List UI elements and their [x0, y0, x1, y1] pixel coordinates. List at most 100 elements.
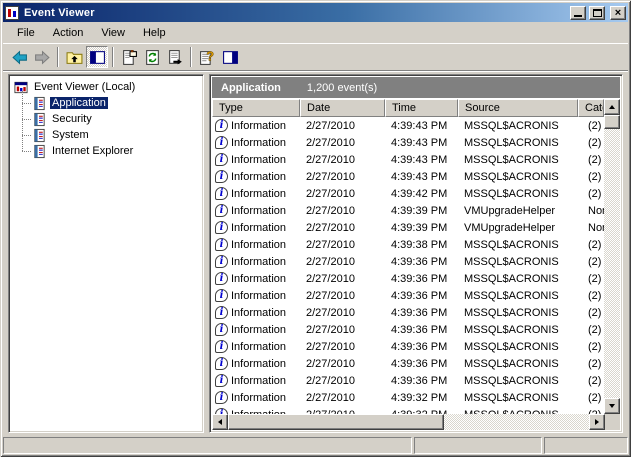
- properties-button[interactable]: [118, 46, 140, 68]
- menu-help[interactable]: Help: [135, 25, 174, 42]
- horizontal-scroll-track[interactable]: [444, 414, 589, 430]
- cell-time: 4:39:36 PM: [385, 256, 458, 268]
- scrollbar-corner: [605, 414, 620, 430]
- event-row[interactable]: iInformation2/27/20104:39:43 PMMSSQL$ACR…: [212, 117, 604, 134]
- cell-date: 2/27/2010: [300, 290, 385, 302]
- event-row[interactable]: iInformation2/27/20104:39:36 PMMSSQL$ACR…: [212, 270, 604, 287]
- tree-root-label[interactable]: Event Viewer (Local): [32, 81, 137, 93]
- main-area: Event Viewer (Local) Application Security…: [3, 71, 628, 435]
- event-type-label: Information: [231, 188, 286, 200]
- forward-button[interactable]: [31, 46, 53, 68]
- scroll-down-button[interactable]: [604, 398, 620, 414]
- event-row[interactable]: iInformation2/27/20104:39:43 PMMSSQL$ACR…: [212, 134, 604, 151]
- cell-source: MSSQL$ACRONIS: [458, 392, 578, 404]
- information-icon: i: [215, 255, 228, 268]
- menu-action[interactable]: Action: [45, 25, 92, 42]
- information-icon: i: [215, 340, 228, 353]
- cell-time: 4:39:36 PM: [385, 375, 458, 387]
- tree-item-label[interactable]: System: [50, 129, 91, 141]
- vertical-scrollbar[interactable]: [604, 99, 620, 414]
- event-type-label: Information: [231, 120, 286, 132]
- event-row[interactable]: iInformation2/27/20104:39:43 PMMSSQL$ACR…: [212, 168, 604, 185]
- tree-item-internet-explorer[interactable]: Internet Explorer: [22, 143, 201, 159]
- cell-type: iInformation: [212, 136, 300, 149]
- properties-icon: [121, 49, 138, 66]
- cell-category: (2): [578, 324, 604, 336]
- cell-date: 2/27/2010: [300, 358, 385, 370]
- cell-date: 2/27/2010: [300, 137, 385, 149]
- event-row[interactable]: iInformation2/27/20104:39:36 PMMSSQL$ACR…: [212, 304, 604, 321]
- cell-type: iInformation: [212, 357, 300, 370]
- tree-item-application[interactable]: Application: [22, 95, 201, 111]
- horizontal-scroll-row: [212, 414, 620, 430]
- menu-view[interactable]: View: [93, 25, 133, 42]
- column-header-source[interactable]: Source: [458, 99, 578, 117]
- information-icon: i: [215, 323, 228, 336]
- information-icon: i: [215, 272, 228, 285]
- scroll-up-button[interactable]: [604, 99, 620, 115]
- cell-date: 2/27/2010: [300, 392, 385, 404]
- cell-date: 2/27/2010: [300, 188, 385, 200]
- cell-date: 2/27/2010: [300, 273, 385, 285]
- column-header-category[interactable]: Category: [578, 99, 604, 117]
- event-row[interactable]: iInformation2/27/20104:39:36 PMMSSQL$ACR…: [212, 355, 604, 372]
- down-arrow-icon: [609, 404, 615, 408]
- event-row[interactable]: iInformation2/27/20104:39:32 PMMSSQL$ACR…: [212, 406, 604, 414]
- minimize-button[interactable]: [570, 6, 586, 20]
- up-one-level-button[interactable]: [63, 46, 85, 68]
- close-button[interactable]: ×: [610, 6, 626, 20]
- title-bar[interactable]: Event Viewer ×: [3, 3, 628, 22]
- show-hide-action-pane-button[interactable]: [219, 46, 241, 68]
- tree-item-system[interactable]: System: [22, 127, 201, 143]
- column-headers: Type Date Time Source Category: [212, 99, 604, 117]
- event-type-label: Information: [231, 222, 286, 234]
- event-row[interactable]: iInformation2/27/20104:39:42 PMMSSQL$ACR…: [212, 185, 604, 202]
- cell-date: 2/27/2010: [300, 256, 385, 268]
- event-type-label: Information: [231, 290, 286, 302]
- refresh-button[interactable]: [141, 46, 163, 68]
- information-icon: i: [215, 357, 228, 370]
- cell-type: iInformation: [212, 204, 300, 217]
- cell-source: MSSQL$ACRONIS: [458, 290, 578, 302]
- scroll-left-button[interactable]: [212, 414, 228, 430]
- event-type-label: Information: [231, 273, 286, 285]
- cell-time: 4:39:36 PM: [385, 324, 458, 336]
- event-row[interactable]: iInformation2/27/20104:39:43 PMMSSQL$ACR…: [212, 151, 604, 168]
- tree-root[interactable]: Event Viewer (Local): [13, 79, 201, 95]
- event-row[interactable]: iInformation2/27/20104:39:32 PMMSSQL$ACR…: [212, 389, 604, 406]
- vertical-scroll-track[interactable]: [604, 129, 620, 398]
- tree-item-label[interactable]: Security: [50, 113, 94, 125]
- tree-connector: [22, 103, 31, 104]
- horizontal-scroll-thumb[interactable]: [228, 414, 444, 430]
- result-title: Application: [221, 82, 281, 94]
- help-button[interactable]: ?: [196, 46, 218, 68]
- event-row[interactable]: iInformation2/27/20104:39:39 PMVMUpgrade…: [212, 202, 604, 219]
- cell-type: iInformation: [212, 187, 300, 200]
- action-pane-icon: [222, 49, 239, 66]
- show-hide-console-tree-button[interactable]: [86, 46, 108, 68]
- event-row[interactable]: iInformation2/27/20104:39:36 PMMSSQL$ACR…: [212, 338, 604, 355]
- tree-item-security[interactable]: Security: [22, 111, 201, 127]
- export-list-button[interactable]: [164, 46, 186, 68]
- event-row[interactable]: iInformation2/27/20104:39:36 PMMSSQL$ACR…: [212, 253, 604, 270]
- column-header-date[interactable]: Date: [300, 99, 385, 117]
- tree-item-label[interactable]: Internet Explorer: [50, 145, 135, 157]
- event-row[interactable]: iInformation2/27/20104:39:39 PMVMUpgrade…: [212, 219, 604, 236]
- event-row[interactable]: iInformation2/27/20104:39:36 PMMSSQL$ACR…: [212, 287, 604, 304]
- event-row[interactable]: iInformation2/27/20104:39:36 PMMSSQL$ACR…: [212, 321, 604, 338]
- scroll-right-button[interactable]: [589, 414, 605, 430]
- vertical-scroll-thumb[interactable]: [604, 115, 620, 129]
- result-count: 1,200 event(s): [307, 82, 377, 94]
- tree-item-label[interactable]: Application: [50, 97, 108, 109]
- toolbar-separator: [57, 47, 59, 67]
- menu-file[interactable]: File: [9, 25, 43, 42]
- column-header-time[interactable]: Time: [385, 99, 458, 117]
- column-header-type[interactable]: Type: [212, 99, 300, 117]
- event-row[interactable]: iInformation2/27/20104:39:38 PMMSSQL$ACR…: [212, 236, 604, 253]
- cell-category: (2): [578, 375, 604, 387]
- horizontal-scrollbar[interactable]: [212, 414, 605, 430]
- back-button[interactable]: [8, 46, 30, 68]
- maximize-button[interactable]: [589, 6, 605, 20]
- status-bar: [3, 435, 628, 454]
- event-row[interactable]: iInformation2/27/20104:39:36 PMMSSQL$ACR…: [212, 372, 604, 389]
